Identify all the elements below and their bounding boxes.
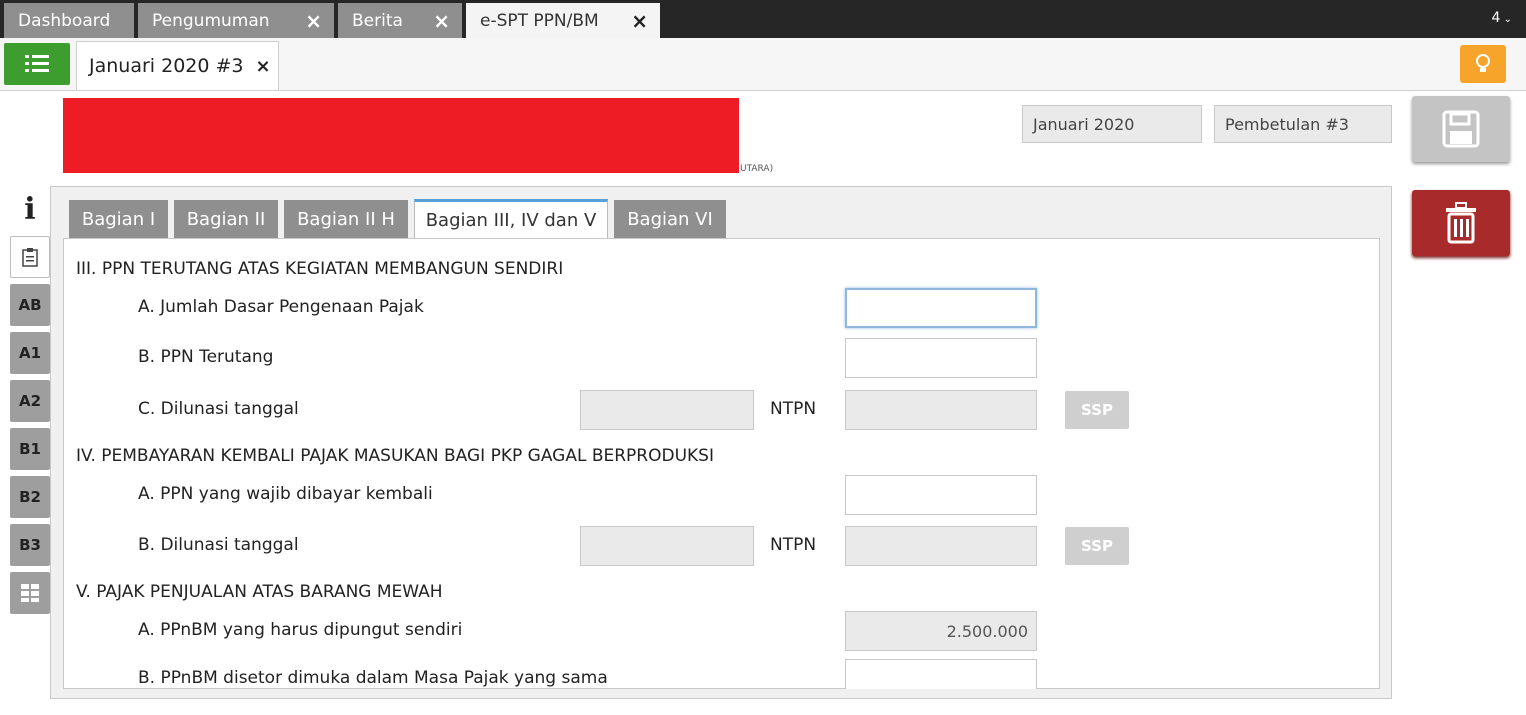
- ppnbm-dipungut-label: A. PPnBM yang harus dipungut sendiri: [138, 620, 463, 640]
- side-tab-b3[interactable]: B3: [10, 524, 50, 566]
- ppn-terutang-input[interactable]: [845, 338, 1037, 378]
- section-4-title: IV. PEMBAYARAN KEMBALI PAJAK MASUKAN BAG…: [76, 446, 714, 466]
- side-tab-b2[interactable]: B2: [10, 476, 50, 518]
- side-tab-ab[interactable]: AB: [10, 284, 50, 326]
- tab-label: Dashboard: [18, 10, 111, 31]
- top-tab-bar: Dashboard Pengumuman × Berita × e-SPT PP…: [0, 0, 1526, 38]
- ntpn-label: NTPN: [770, 399, 817, 419]
- tab-espt[interactable]: e-SPT PPN/BM ×: [466, 3, 660, 38]
- ppnbm-disetor-input[interactable]: [845, 659, 1037, 689]
- clipboard-icon[interactable]: [10, 236, 50, 278]
- ntpn-input[interactable]: [845, 526, 1037, 566]
- tab-bagian-3-4-5[interactable]: Bagian III, IV dan V: [414, 199, 608, 239]
- tab-pengumuman[interactable]: Pengumuman ×: [138, 3, 334, 38]
- close-icon[interactable]: ×: [305, 9, 322, 33]
- tab-berita[interactable]: Berita ×: [338, 3, 462, 38]
- side-tab-a1[interactable]: A1: [10, 332, 50, 374]
- ssp-button[interactable]: SSP: [1065, 391, 1129, 429]
- tab-label: Berita: [352, 10, 403, 31]
- redacted-taxpayer-info: [63, 98, 739, 173]
- lightbulb-icon: [1476, 54, 1490, 72]
- dilunasi-tanggal-label: B. Dilunasi tanggal: [138, 535, 299, 555]
- document-bar: Januari 2020 #3 ×: [0, 38, 1526, 91]
- tab-label: Bagian I: [81, 208, 156, 230]
- document-tab-label: Januari 2020 #3: [89, 55, 244, 77]
- close-icon[interactable]: ×: [631, 9, 648, 33]
- side-tab-label: B2: [19, 488, 41, 506]
- dpp-input[interactable]: [845, 288, 1037, 328]
- tab-bagian-2[interactable]: Bagian II: [174, 200, 278, 238]
- tab-bagian-6[interactable]: Bagian VI: [614, 200, 726, 238]
- ssp-button[interactable]: SSP: [1065, 527, 1129, 565]
- clipboard-glyph: [22, 248, 38, 267]
- side-tab-a2[interactable]: A2: [10, 380, 50, 422]
- period-field: Januari 2020: [1022, 105, 1202, 143]
- tab-label: Bagian II H: [297, 208, 395, 230]
- tab-label: Pengumuman: [152, 10, 270, 31]
- tab-bagian-1[interactable]: Bagian I: [69, 200, 168, 238]
- section-3-title: III. PPN TERUTANG ATAS KEGIATAN MEMBANGU…: [76, 259, 564, 279]
- list-icon: [25, 55, 49, 72]
- side-tab-label: B3: [19, 536, 41, 554]
- address-fragment: UTARA): [740, 164, 774, 174]
- floppy-disk-icon: [1442, 110, 1480, 148]
- tab-label: Bagian II: [186, 208, 266, 230]
- ppnbm-disetor-label: B. PPnBM disetor dimuka dalam Masa Pajak…: [138, 668, 608, 688]
- revision-field: Pembetulan #3: [1214, 105, 1392, 143]
- delete-button[interactable]: [1412, 190, 1510, 256]
- info-icon[interactable]: i: [10, 188, 50, 230]
- grid-glyph: [21, 584, 39, 602]
- info-glyph: i: [24, 191, 36, 227]
- tab-bagian-2h[interactable]: Bagian II H: [284, 200, 408, 238]
- side-tab-b1[interactable]: B1: [10, 428, 50, 470]
- tab-dashboard[interactable]: Dashboard: [4, 3, 134, 38]
- side-tab-label: A1: [18, 344, 42, 362]
- dilunasi-tanggal-input[interactable]: [580, 526, 754, 566]
- menu-button[interactable]: [4, 43, 70, 85]
- tab-label: Bagian VI: [627, 208, 713, 230]
- ppn-dibayar-kembali-label: A. PPN yang wajib dibayar kembali: [138, 484, 433, 504]
- ntpn-label: NTPN: [770, 535, 817, 555]
- save-button[interactable]: [1412, 96, 1510, 162]
- section-5-title: V. PAJAK PENJUALAN ATAS BARANG MEWAH: [76, 582, 443, 602]
- grid-icon[interactable]: [10, 572, 50, 614]
- dpp-label: A. Jumlah Dasar Pengenaan Pajak: [138, 297, 424, 317]
- ppn-terutang-label: B. PPN Terutang: [138, 347, 274, 367]
- tab-label: e-SPT PPN/BM: [480, 10, 599, 31]
- ntpn-input[interactable]: [845, 390, 1037, 430]
- document-tab[interactable]: Januari 2020 #3 ×: [76, 41, 279, 90]
- dilunasi-tanggal-label: C. Dilunasi tanggal: [138, 399, 299, 419]
- side-tab-label: AB: [18, 296, 42, 314]
- close-icon[interactable]: ×: [256, 56, 271, 77]
- ppnbm-dipungut-input[interactable]: [845, 611, 1037, 651]
- side-tab-label: A2: [18, 392, 42, 410]
- tab-count-dropdown[interactable]: 4 ⌄: [1492, 10, 1512, 26]
- trash-icon: [1446, 202, 1476, 244]
- tab-label: Bagian III, IV dan V: [425, 210, 597, 231]
- dilunasi-tanggal-input[interactable]: [580, 390, 754, 430]
- close-icon[interactable]: ×: [433, 9, 450, 33]
- hint-button[interactable]: [1460, 45, 1506, 83]
- side-tab-label: B1: [19, 440, 41, 458]
- ppn-dibayar-kembali-input[interactable]: [845, 475, 1037, 515]
